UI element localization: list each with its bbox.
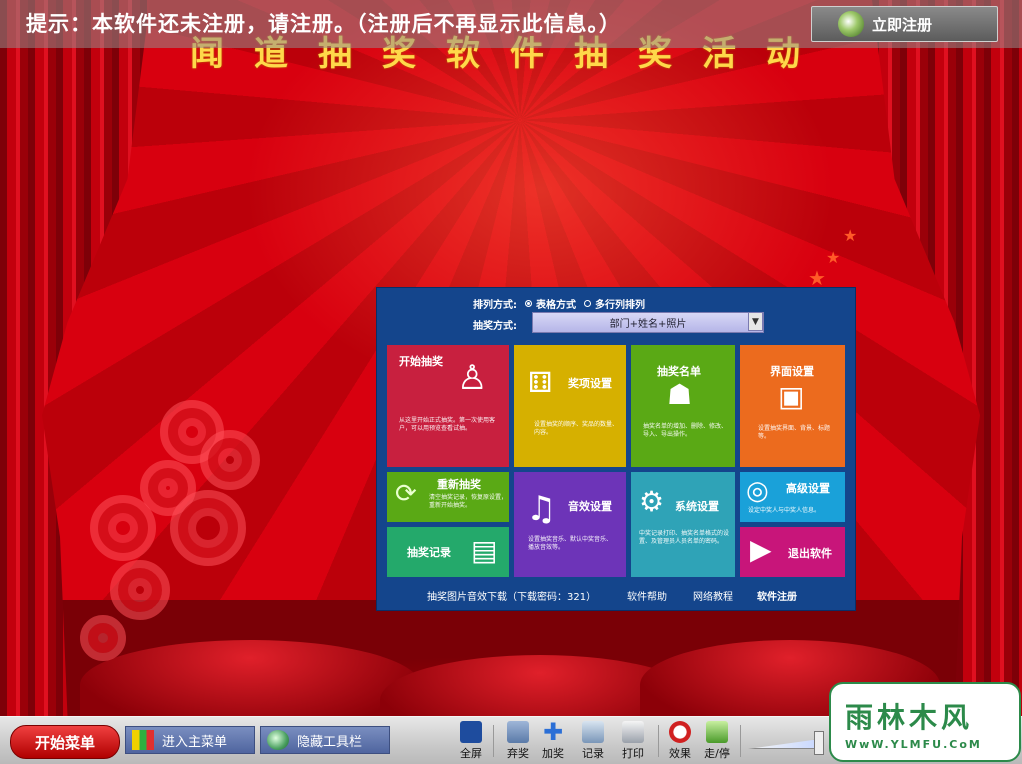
fullscreen-label: 全屏 (460, 747, 482, 760)
tile-system-settings[interactable]: ⚙ 系统设置 中奖记录打印、抽奖名单格式的设置、及管理员人员名单的密码。 (631, 472, 735, 577)
tile-redraw[interactable]: ⟳ 重新抽奖 清空抽奖记录，恢复原设置，重新开始抽奖。 (387, 472, 509, 522)
tile-prize-settings-desc: 设置抽奖的顺序、奖品的数量、内容。 (534, 421, 619, 436)
tile-system-settings-title: 系统设置 (675, 500, 719, 513)
draw-mode-select[interactable]: 部门+姓名+照片 (532, 312, 764, 333)
tile-ui-settings[interactable]: 界面设置 ▣ 设置抽奖界面、背景、标题等。 (740, 345, 845, 467)
star-icon: ★ (808, 266, 826, 290)
toolbar-separator (740, 725, 741, 757)
tile-advanced-settings-title: 高级设置 (786, 482, 830, 495)
software-register-link[interactable]: 软件注册 (757, 588, 797, 603)
draw-mode-row: 抽奖方式: (473, 317, 517, 332)
tile-prize-settings[interactable]: ⚅ 奖项设置 设置抽奖的顺序、奖品的数量、内容。 (514, 345, 626, 467)
star-icon: ★ (826, 248, 841, 267)
print-label: 打印 (622, 747, 644, 760)
effect-tool[interactable]: 效果 (665, 721, 695, 763)
plus-icon: ✚ (542, 718, 564, 746)
fullscreen-tool[interactable]: 全屏 (456, 721, 486, 763)
tile-sound-settings-desc: 设置抽奖音乐、默认中奖音乐、播放音效等。 (528, 536, 613, 551)
printer-icon (622, 721, 644, 743)
fullscreen-icon (460, 721, 482, 743)
gift-icon: ⚅ (528, 366, 553, 399)
arrange-mode-row: 排列方式: 表格方式 多行列排列 (473, 296, 645, 311)
presenter-icon: ♙ (457, 358, 488, 398)
tile-start-draw[interactable]: 开始抽奖 ♙ 从这里开始正式抽奖。第一次使用客户，可以用预览查看试抽。 (387, 345, 509, 467)
arrange-mode-label: 排列方式: (473, 300, 517, 311)
watermark-url: WwW.YLMFU.CoM (845, 738, 982, 751)
add-prize-label: 加奖 (542, 747, 564, 760)
draw-mode-label: 抽奖方式: (473, 321, 517, 332)
main-menu-label: 进入主菜单 (162, 734, 228, 750)
tile-advanced-settings-desc: 设定中奖人与中奖人信息。 (748, 507, 821, 514)
tile-exit-software[interactable]: ▶ 退出软件 (740, 527, 845, 577)
register-now-label: 立即注册 (872, 15, 933, 34)
download-media-link[interactable]: 抽奖图片音效下载（下载密码：321） (427, 588, 596, 603)
radio-multi-row-mode-label[interactable]: 多行列排列 (595, 296, 645, 311)
chevron-down-icon[interactable]: ▼ (748, 312, 763, 331)
online-tutorial-link[interactable]: 网络教程 (693, 588, 733, 603)
tile-ui-settings-title: 界面设置 (770, 365, 814, 378)
go-stop-tool[interactable]: 走/停 (702, 721, 732, 763)
registration-notice-bar: 提示：本软件还未注册，请注册。（注册后不再显示此信息。） 立即注册 (0, 0, 1022, 48)
registration-notice-text: 提示：本软件还未注册，请注册。（注册后不再显示此信息。） (26, 11, 621, 36)
gauge-icon (669, 721, 691, 743)
refresh-icon: ⟳ (395, 479, 417, 509)
volume-slider-handle[interactable] (814, 731, 824, 755)
tile-redraw-title: 重新抽奖 (437, 478, 481, 491)
tile-ui-settings-desc: 设置抽奖界面、背景、标题等。 (758, 425, 831, 440)
document-icon: ▤ (471, 534, 498, 567)
start-menu-button[interactable]: 开始菜单 (10, 725, 120, 759)
site-watermark: 雨林木风 WwW.YLMFU.CoM (829, 682, 1021, 762)
print-tool[interactable]: 打印 (618, 721, 648, 763)
software-help-link[interactable]: 软件帮助 (627, 588, 667, 603)
effect-label: 效果 (669, 747, 691, 760)
record-tool[interactable]: 记录 (578, 721, 608, 763)
main-menu-button[interactable]: 进入主菜单 (125, 726, 255, 754)
main-menu-panel: 排列方式: 表格方式 多行列排列 抽奖方式: 部门+姓名+照片 ▼ 开始抽奖 ♙… (376, 287, 856, 611)
tile-draw-list-desc: 抽奖名单的增加、删除、修改、导入、导出操作。 (643, 423, 728, 438)
tile-system-settings-desc: 中奖记录打印、抽奖名单格式的设置、及管理员人员名单的密码。 (639, 530, 730, 545)
hide-toolbar-button[interactable]: 隐藏工具栏 (260, 726, 390, 754)
star-icon: ★ (843, 226, 858, 245)
toolbar-separator (493, 725, 494, 757)
tile-redraw-desc: 清空抽奖记录，恢复原设置，重新开始抽奖。 (429, 494, 508, 509)
tile-start-draw-desc: 从这里开始正式抽奖。第一次使用客户，可以用预览查看试抽。 (399, 417, 496, 432)
tile-sound-settings[interactable]: ♫ 音效设置 设置抽奖音乐、默认中奖音乐、播放音效等。 (514, 472, 626, 577)
add-prize-tool[interactable]: ✚ 加奖 (538, 718, 568, 763)
music-note-icon: ♫ (526, 489, 557, 529)
volume-slider[interactable] (748, 739, 820, 749)
tile-advanced-settings[interactable]: ◎ 高级设置 设定中奖人与中奖人信息。 (740, 472, 845, 522)
picture-icon: ▣ (778, 380, 805, 413)
tile-draw-record[interactable]: 抽奖记录 ▤ (387, 527, 509, 577)
gear-icon: ⚙ (639, 485, 665, 518)
play-icon: ▶ (750, 533, 772, 566)
tile-sound-settings-title: 音效设置 (568, 500, 612, 513)
tile-draw-record-title: 抽奖记录 (407, 546, 451, 559)
record-icon (582, 721, 604, 743)
hide-toolbar-label: 隐藏工具栏 (297, 734, 363, 750)
guitar-icon (838, 11, 864, 37)
radio-table-mode-label[interactable]: 表格方式 (536, 296, 576, 311)
toolbar-separator (658, 725, 659, 757)
hide-icon (267, 730, 289, 750)
tile-draw-list-title: 抽奖名单 (657, 365, 701, 378)
register-now-button[interactable]: 立即注册 (811, 6, 998, 42)
radio-multi-row-mode[interactable] (584, 300, 591, 307)
abandon-prize-label: 弃奖 (507, 747, 529, 760)
record-label: 记录 (582, 747, 604, 760)
abandon-prize-tool[interactable]: 弃奖 (503, 721, 533, 763)
tile-draw-list[interactable]: 抽奖名单 ☗ 抽奖名单的增加、删除、修改、导入、导出操作。 (631, 345, 735, 467)
go-stop-icon (706, 721, 728, 743)
tile-exit-software-title: 退出软件 (788, 547, 832, 560)
users-icon: ☗ (667, 378, 693, 411)
watermark-brand: 雨林木风 (845, 701, 974, 734)
radio-table-mode[interactable] (525, 300, 532, 307)
abandon-icon (507, 721, 529, 743)
go-stop-label: 走/停 (704, 747, 730, 760)
tile-prize-settings-title: 奖项设置 (568, 377, 612, 390)
tile-start-draw-title: 开始抽奖 (399, 355, 443, 368)
tiles-icon (132, 730, 154, 750)
skype-icon: ◎ (746, 476, 769, 506)
